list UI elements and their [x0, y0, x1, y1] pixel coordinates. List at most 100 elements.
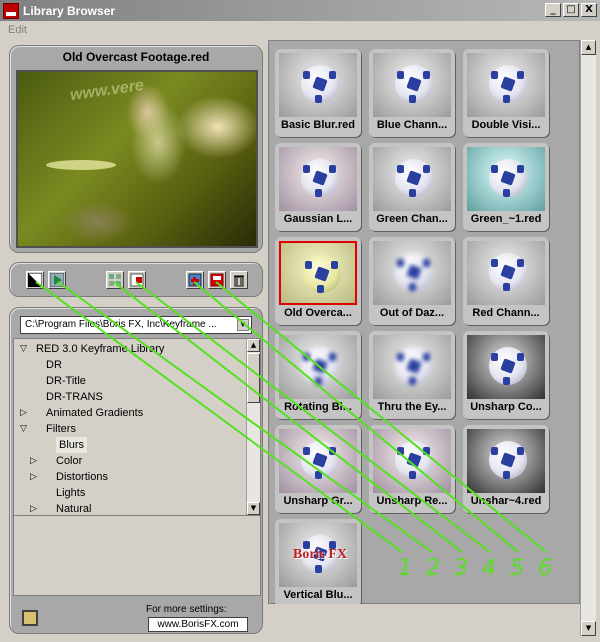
preset-thumbnail[interactable]: Rotating Bl...	[275, 331, 361, 419]
split-view-button[interactable]	[26, 271, 44, 289]
preview-watermark: www.vere	[69, 76, 145, 105]
preset-label: Unshar~4.red	[470, 495, 542, 507]
expand-toggle-icon[interactable]: ▷	[30, 469, 37, 485]
title-bar: Library Browser _ □ X	[0, 0, 600, 21]
soccer-ball-icon	[489, 441, 527, 479]
soccer-ball-icon	[301, 159, 339, 197]
preset-preview-image	[467, 53, 545, 117]
save-preset-icon	[210, 273, 224, 287]
chevron-down-icon[interactable]: ▼	[237, 319, 249, 331]
menu-bar: Edit	[0, 21, 600, 39]
expand-toggle-icon[interactable]: ▷	[30, 453, 37, 469]
preset-preview-image	[373, 335, 451, 399]
tree-item[interactable]: DR	[46, 357, 62, 373]
preset-thumbnail[interactable]: Blue Chann...	[369, 49, 455, 137]
preset-thumbnail[interactable]: Basic Blur.red	[275, 49, 361, 137]
expand-toggle-icon[interactable]: ▷	[30, 501, 37, 515]
tree-item[interactable]: Lights	[56, 485, 85, 501]
delete-button[interactable]	[230, 271, 248, 289]
soccer-ball-icon	[395, 441, 433, 479]
soccer-ball-icon	[395, 253, 433, 291]
app-icon	[3, 2, 19, 19]
save-preset-button[interactable]	[208, 271, 226, 289]
preset-grid: Basic Blur.red Blue Chann... Double Visi..…	[268, 40, 580, 607]
preset-thumbnail[interactable]: Old Overca...	[275, 237, 361, 325]
preset-preview-image	[467, 335, 545, 399]
preset-thumbnail[interactable]: Boris FX Vertical Blu...	[275, 519, 361, 607]
library-path-select[interactable]: C:\Program Files\Boris FX, Inc\Keyframe …	[20, 316, 252, 334]
stop-button[interactable]	[128, 271, 146, 289]
settings-icon[interactable]	[22, 610, 38, 626]
preset-thumbnail[interactable]: Unsharp Re...	[369, 425, 455, 513]
minimize-button[interactable]: _	[545, 3, 561, 17]
preview-panel: Old Overcast Footage.red www.vere	[9, 45, 263, 253]
preset-label: Old Overca...	[284, 307, 352, 319]
grid-view-button[interactable]	[106, 271, 124, 289]
scroll-down-arrow[interactable]: ▼	[247, 502, 260, 515]
preset-thumbnail[interactable]: Out of Daz...	[369, 237, 455, 325]
preset-preview-image	[279, 241, 357, 305]
preview-image: www.vere	[16, 70, 258, 248]
preset-preview-image	[279, 335, 357, 399]
more-settings-text: For more settings:	[146, 604, 227, 615]
tree-item[interactable]: DR-Title	[46, 373, 86, 389]
preset-thumbnail[interactable]: Green Chan...	[369, 143, 455, 231]
tree-item[interactable]: Color	[56, 453, 82, 469]
soccer-ball-icon	[301, 347, 339, 385]
expand-toggle-icon[interactable]: ▷	[20, 405, 27, 421]
preset-label: Red Chann...	[472, 307, 540, 319]
close-button[interactable]: X	[581, 3, 597, 17]
add-preset-button[interactable]	[186, 271, 204, 289]
toolbar-panel	[9, 262, 263, 297]
preset-preview-image: Boris FX	[279, 523, 357, 587]
preset-preview-image	[467, 429, 545, 493]
split-view-icon	[28, 273, 42, 287]
tree-item[interactable]: Distortions	[56, 469, 108, 485]
tree-item[interactable]: DR-TRANS	[46, 389, 103, 405]
preset-preview-image	[467, 241, 545, 305]
preset-preview-image	[373, 147, 451, 211]
scroll-up-arrow[interactable]: ▲	[581, 40, 596, 55]
preset-thumbnail[interactable]: Green_~1.red	[463, 143, 549, 231]
play-button[interactable]	[48, 271, 66, 289]
callout-2: 2	[426, 556, 440, 581]
scroll-down-arrow[interactable]: ▼	[581, 621, 596, 636]
tree-item[interactable]: RED 3.0 Keyframe Library	[36, 341, 164, 357]
soccer-ball-icon	[489, 347, 527, 385]
menu-edit[interactable]: Edit	[8, 24, 27, 36]
tree-scrollbar[interactable]: ▲ ▼	[246, 339, 260, 515]
tree-item[interactable]: Filters	[46, 421, 76, 437]
borisfx-link[interactable]: www.BorisFX.com	[148, 617, 248, 632]
window-title: Library Browser	[23, 3, 116, 18]
preset-label: Unsharp Re...	[376, 495, 448, 507]
preset-preview-image	[279, 429, 357, 493]
expand-toggle-icon[interactable]: ▽	[20, 341, 27, 357]
callout-3: 3	[454, 556, 468, 581]
callout-1: 1	[398, 556, 412, 581]
preset-label: Gaussian L...	[283, 213, 353, 225]
preset-thumbnail[interactable]: Double Visi...	[463, 49, 549, 137]
maximize-button[interactable]: □	[563, 3, 579, 17]
play-icon	[50, 273, 64, 287]
preset-thumbnail[interactable]: Unsharp Gr...	[275, 425, 361, 513]
boris-logo-text: Boris FX	[293, 547, 348, 562]
preset-thumbnail[interactable]: Red Chann...	[463, 237, 549, 325]
tree-item[interactable]: Natural	[56, 501, 91, 515]
preset-thumbnail[interactable]: Unsharp Co...	[463, 331, 549, 419]
preset-preview-image	[279, 53, 357, 117]
scroll-thumb[interactable]	[247, 353, 260, 403]
tree-item[interactable]: Animated Gradients	[46, 405, 143, 421]
expand-toggle-icon[interactable]: ▽	[20, 421, 27, 437]
preset-label: Double Visi...	[471, 119, 541, 131]
preset-label: Unsharp Co...	[470, 401, 542, 413]
preset-label: Green_~1.red	[470, 213, 542, 225]
tree-item[interactable]: Blurs	[56, 437, 88, 453]
preset-thumbnail[interactable]: Thru the Ey...	[369, 331, 455, 419]
preset-thumbnail[interactable]: Gaussian L...	[275, 143, 361, 231]
preset-preview-image	[279, 147, 357, 211]
soccer-ball-icon	[489, 253, 527, 291]
preset-thumbnail[interactable]: Unshar~4.red	[463, 425, 549, 513]
main-scrollbar[interactable]: ▲ ▼	[580, 40, 596, 636]
scroll-up-arrow[interactable]: ▲	[247, 339, 260, 352]
preset-preview-image	[373, 429, 451, 493]
